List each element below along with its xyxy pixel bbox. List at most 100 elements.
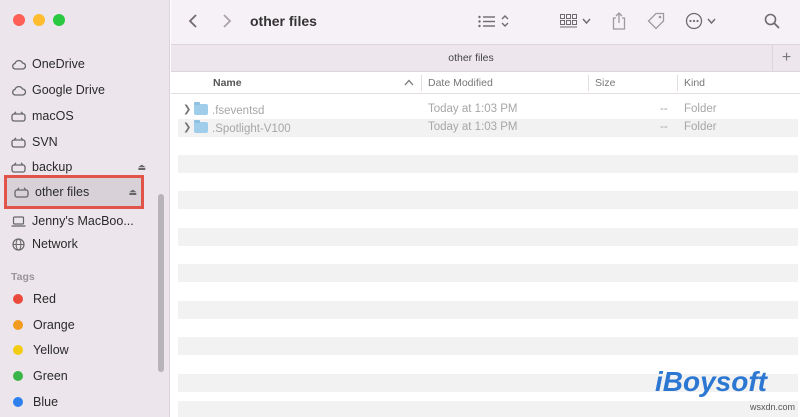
more-icon — [685, 12, 703, 30]
globe-icon — [10, 236, 26, 252]
sidebar-item-google-drive[interactable]: Google Drive — [10, 79, 150, 101]
sidebar-item-macbook[interactable]: Jenny's MacBoo... — [10, 210, 150, 232]
chevron-right-icon — [223, 14, 232, 28]
tag-color-dot — [13, 371, 23, 381]
drive-icon — [10, 159, 26, 175]
file-name-cell: .Spotlight-V100 — [194, 120, 291, 135]
sidebar-tag-blue[interactable]: Blue — [10, 391, 150, 413]
sidebar-tag-label: Yellow — [33, 343, 69, 357]
search-icon — [764, 13, 780, 29]
group-button[interactable] — [560, 10, 591, 32]
sidebar-tag-label: Red — [33, 292, 56, 306]
column-header: Name Date Modified Size Kind — [171, 72, 800, 94]
tab-other-files[interactable]: other files — [171, 52, 771, 64]
minimize-window-button[interactable] — [33, 14, 45, 26]
cloud-icon — [10, 82, 26, 98]
eject-icon[interactable]: ⏏ — [137, 162, 146, 173]
share-icon — [612, 12, 626, 30]
new-tab-button[interactable]: + — [772, 45, 800, 71]
drive-icon — [10, 134, 26, 150]
tag-color-dot — [13, 320, 23, 330]
file-date-cell: Today at 1:03 PM — [428, 121, 518, 133]
file-size-cell: -- — [660, 121, 668, 133]
maximize-window-button[interactable] — [53, 14, 65, 26]
sidebar-item-label: other files — [35, 185, 90, 199]
disclosure-triangle-icon[interactable]: ❯ — [183, 122, 191, 133]
sidebar-tag-label: Blue — [33, 395, 59, 409]
sidebar-item-onedrive[interactable]: OneDrive — [10, 53, 150, 75]
folder-icon — [194, 102, 208, 115]
tab-bar: other files + — [171, 44, 800, 72]
table-row[interactable]: ❯ .Spotlight-V100 Today at 1:03 PM -- Fo… — [178, 119, 798, 137]
window-title: other files — [250, 13, 317, 29]
tag-color-dot — [13, 345, 23, 355]
drive-icon — [13, 184, 29, 200]
sidebar-tag-label: Orange — [33, 318, 75, 332]
file-name: .Spotlight-V100 — [212, 123, 291, 135]
chevron-down-icon — [582, 18, 591, 25]
sidebar-item-label: SVN — [32, 135, 58, 149]
table-row[interactable]: ❯ .fseventsd Today at 1:03 PM -- Folder — [178, 101, 798, 119]
sidebar: OneDrive Google Drive macOS SVN backup ⏏… — [0, 0, 170, 417]
sidebar-scrollbar[interactable] — [158, 194, 164, 372]
toolbar: other files — [171, 0, 800, 44]
row-stripe — [178, 337, 798, 355]
file-name: .fseventsd — [212, 105, 265, 117]
sidebar-item-label: Network — [32, 237, 78, 251]
tag-button[interactable] — [647, 10, 665, 32]
sidebar-tag-green[interactable]: Green — [10, 365, 150, 387]
sidebar-item-macos[interactable]: macOS — [10, 105, 150, 127]
row-stripe — [178, 228, 798, 246]
row-stripe — [178, 301, 798, 319]
search-button[interactable] — [764, 10, 780, 32]
sidebar-tag-label: Green — [33, 369, 68, 383]
column-kind-header[interactable]: Kind — [684, 77, 705, 89]
sidebar-tag-yellow[interactable]: Yellow — [10, 339, 150, 361]
site-watermark: wsxdn.com — [750, 402, 796, 412]
sidebar-item-network[interactable]: Network — [10, 233, 150, 255]
sidebar-item-label: OneDrive — [32, 57, 85, 71]
folder-icon — [194, 120, 208, 133]
row-stripe — [178, 401, 798, 417]
view-options-button[interactable] — [478, 10, 510, 32]
iboysoft-logo: iBoysoft — [655, 366, 767, 397]
cloud-icon — [10, 56, 26, 72]
tag-color-dot — [13, 397, 23, 407]
sort-ascending-icon — [404, 79, 414, 86]
list-view-icon — [478, 15, 495, 27]
column-size-header[interactable]: Size — [595, 77, 615, 89]
chevron-updown-icon — [501, 15, 509, 27]
sidebar-item-label: Google Drive — [32, 83, 105, 97]
column-date-header[interactable]: Date Modified — [428, 77, 493, 89]
sidebar-tag-orange[interactable]: Orange — [10, 314, 150, 336]
sidebar-item-label: macOS — [32, 109, 74, 123]
sidebar-item-svn[interactable]: SVN — [10, 131, 150, 153]
column-divider[interactable] — [588, 75, 589, 91]
tag-icon — [647, 12, 665, 30]
chevron-down-icon — [707, 18, 716, 25]
sidebar-item-other-files[interactable]: other files ⏏ — [4, 175, 144, 209]
disclosure-triangle-icon[interactable]: ❯ — [183, 104, 191, 115]
laptop-icon — [10, 213, 26, 229]
sidebar-tag-red[interactable]: Red — [10, 288, 150, 310]
tag-color-dot — [13, 294, 23, 304]
sidebar-item-label: Jenny's MacBoo... — [32, 214, 134, 228]
row-stripe — [178, 155, 798, 173]
share-button[interactable] — [612, 10, 626, 32]
tags-section-title: Tags — [11, 271, 35, 283]
forward-button[interactable] — [222, 10, 232, 32]
column-name-header[interactable]: Name — [213, 77, 242, 89]
sidebar-item-label: backup — [32, 160, 73, 174]
column-divider[interactable] — [677, 75, 678, 91]
file-kind-cell: Folder — [684, 121, 717, 133]
eject-icon[interactable]: ⏏ — [128, 187, 137, 198]
close-window-button[interactable] — [13, 14, 25, 26]
back-button[interactable] — [188, 10, 198, 32]
file-kind-cell: Folder — [684, 103, 717, 115]
action-menu-button[interactable] — [685, 10, 716, 32]
row-stripe — [178, 191, 798, 209]
column-divider[interactable] — [421, 75, 422, 91]
chevron-left-icon — [188, 14, 197, 28]
drive-icon — [10, 108, 26, 124]
row-stripe — [178, 264, 798, 282]
